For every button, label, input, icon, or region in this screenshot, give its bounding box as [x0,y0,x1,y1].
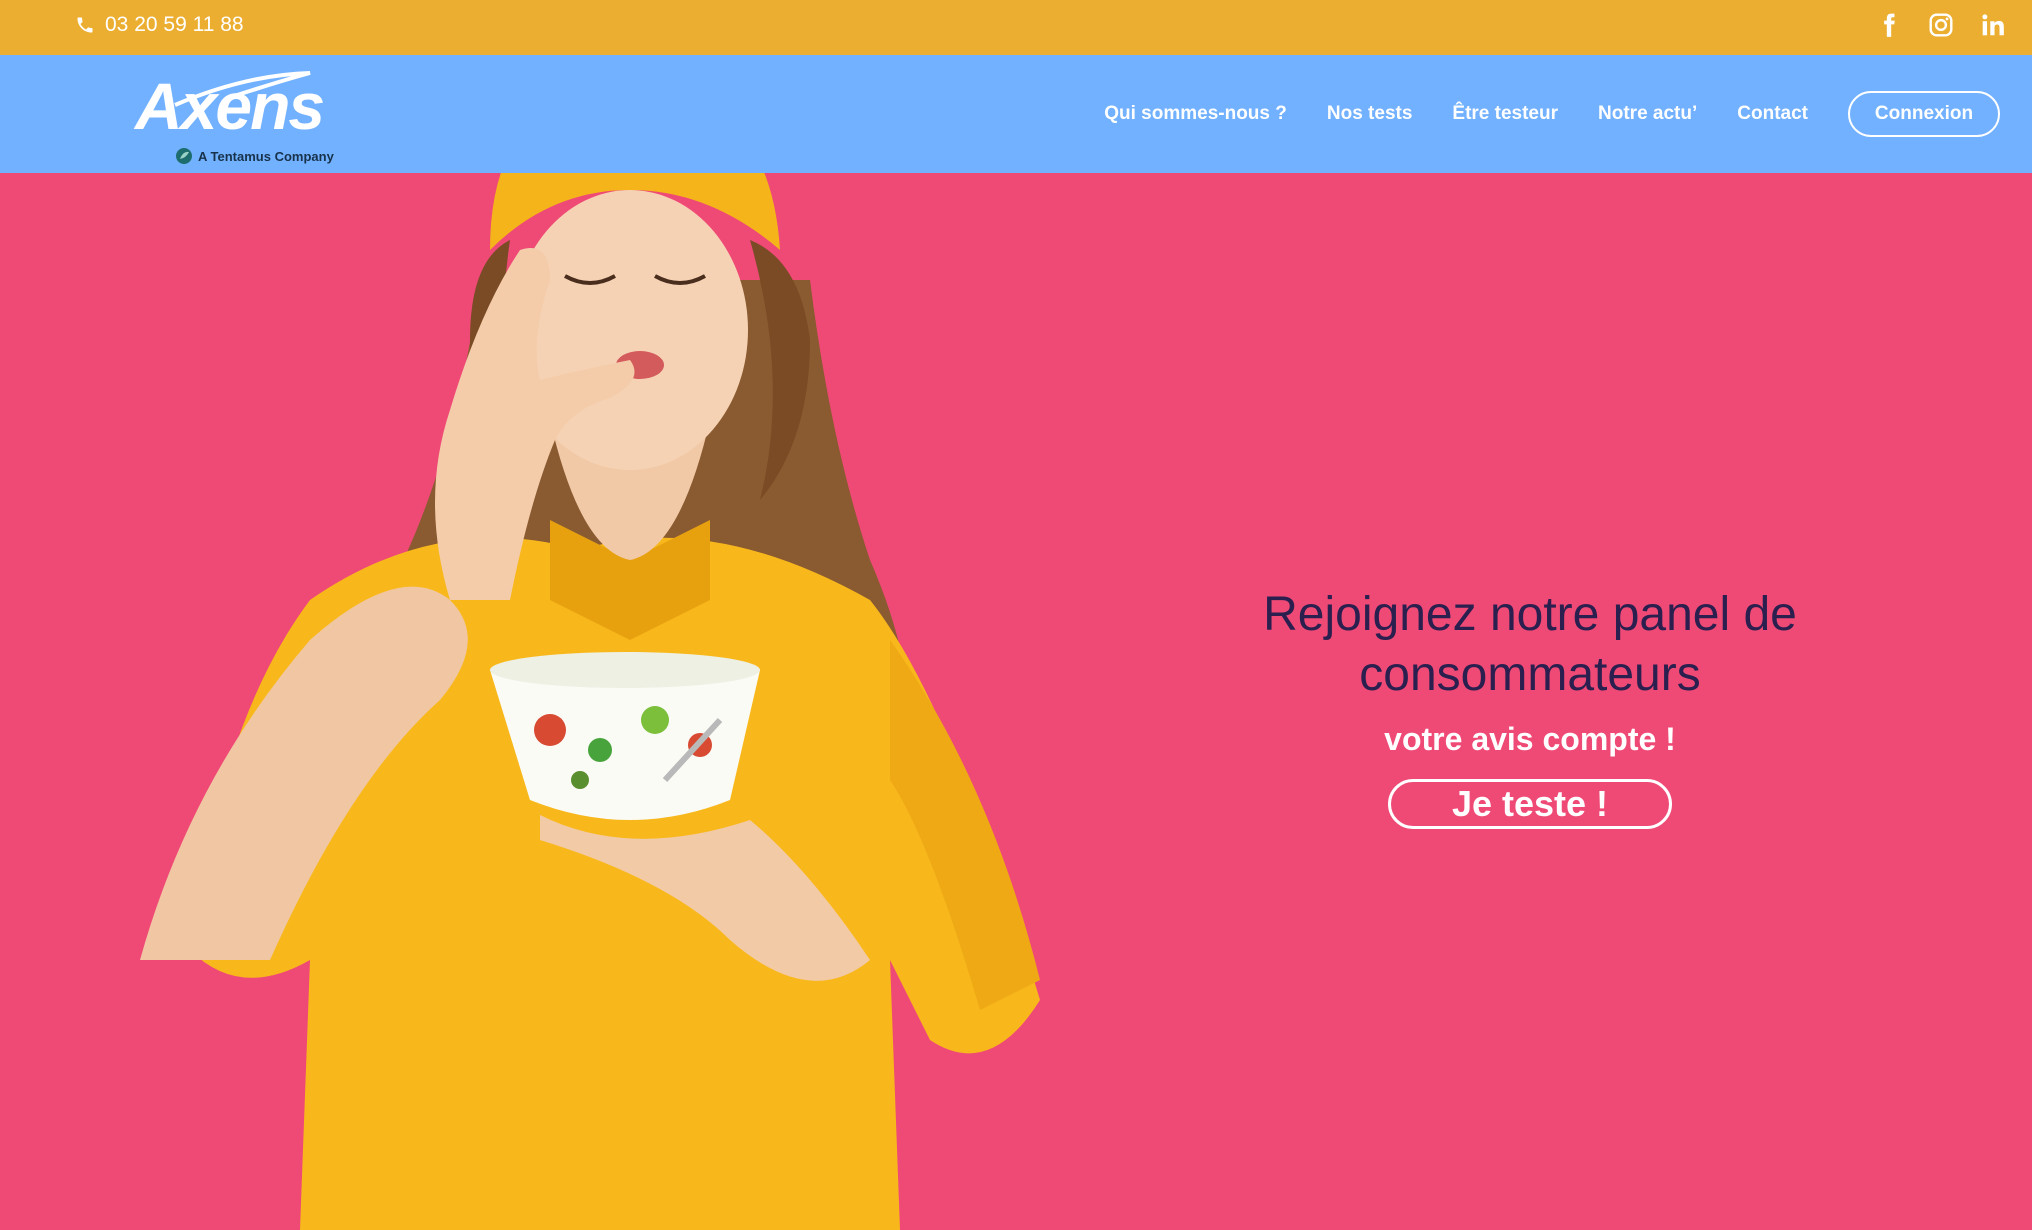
hero-content: Rejoignez notre panel de consommateurs v… [1170,585,1890,829]
logo-tagline: A Tentamus Company [175,147,334,165]
logo-wordmark: Axens [135,69,325,143]
main-navigation: Qui sommes-nous ? Nos tests Être testeur… [1104,55,2000,173]
hero-title: Rejoignez notre panel de consommateurs [1263,588,1797,701]
nav-nos-tests[interactable]: Nos tests [1327,103,1413,125]
linkedin-icon[interactable] [1980,12,2006,38]
phone-contact[interactable]: 03 20 59 11 88 [75,0,244,50]
axens-logo[interactable]: Axens A Tentamus Company [135,65,365,165]
facebook-icon[interactable] [1876,12,1902,38]
hero-subtitle: votre avis compte ! [1384,721,1676,757]
nav-notre-actu[interactable]: Notre actu’ [1598,103,1697,125]
login-button[interactable]: Connexion [1848,91,2000,137]
nav-qui-sommes-nous[interactable]: Qui sommes-nous ? [1104,103,1287,125]
nav-contact[interactable]: Contact [1737,103,1808,125]
main-header: Axens A Tentamus Company Qui sommes-nous… [0,55,2032,173]
social-links [1876,0,2006,50]
tentamus-leaf-icon [176,148,192,164]
je-teste-button[interactable]: Je teste ! [1388,779,1672,829]
phone-number: 03 20 59 11 88 [105,13,244,36]
hero-image-woman-tasting-salad [110,80,1070,1230]
nav-etre-testeur[interactable]: Être testeur [1452,103,1558,125]
logo-tagline-text: A Tentamus Company [198,148,334,164]
top-bar: 03 20 59 11 88 [0,0,2032,55]
instagram-icon[interactable] [1928,12,1954,38]
phone-icon [75,15,95,35]
